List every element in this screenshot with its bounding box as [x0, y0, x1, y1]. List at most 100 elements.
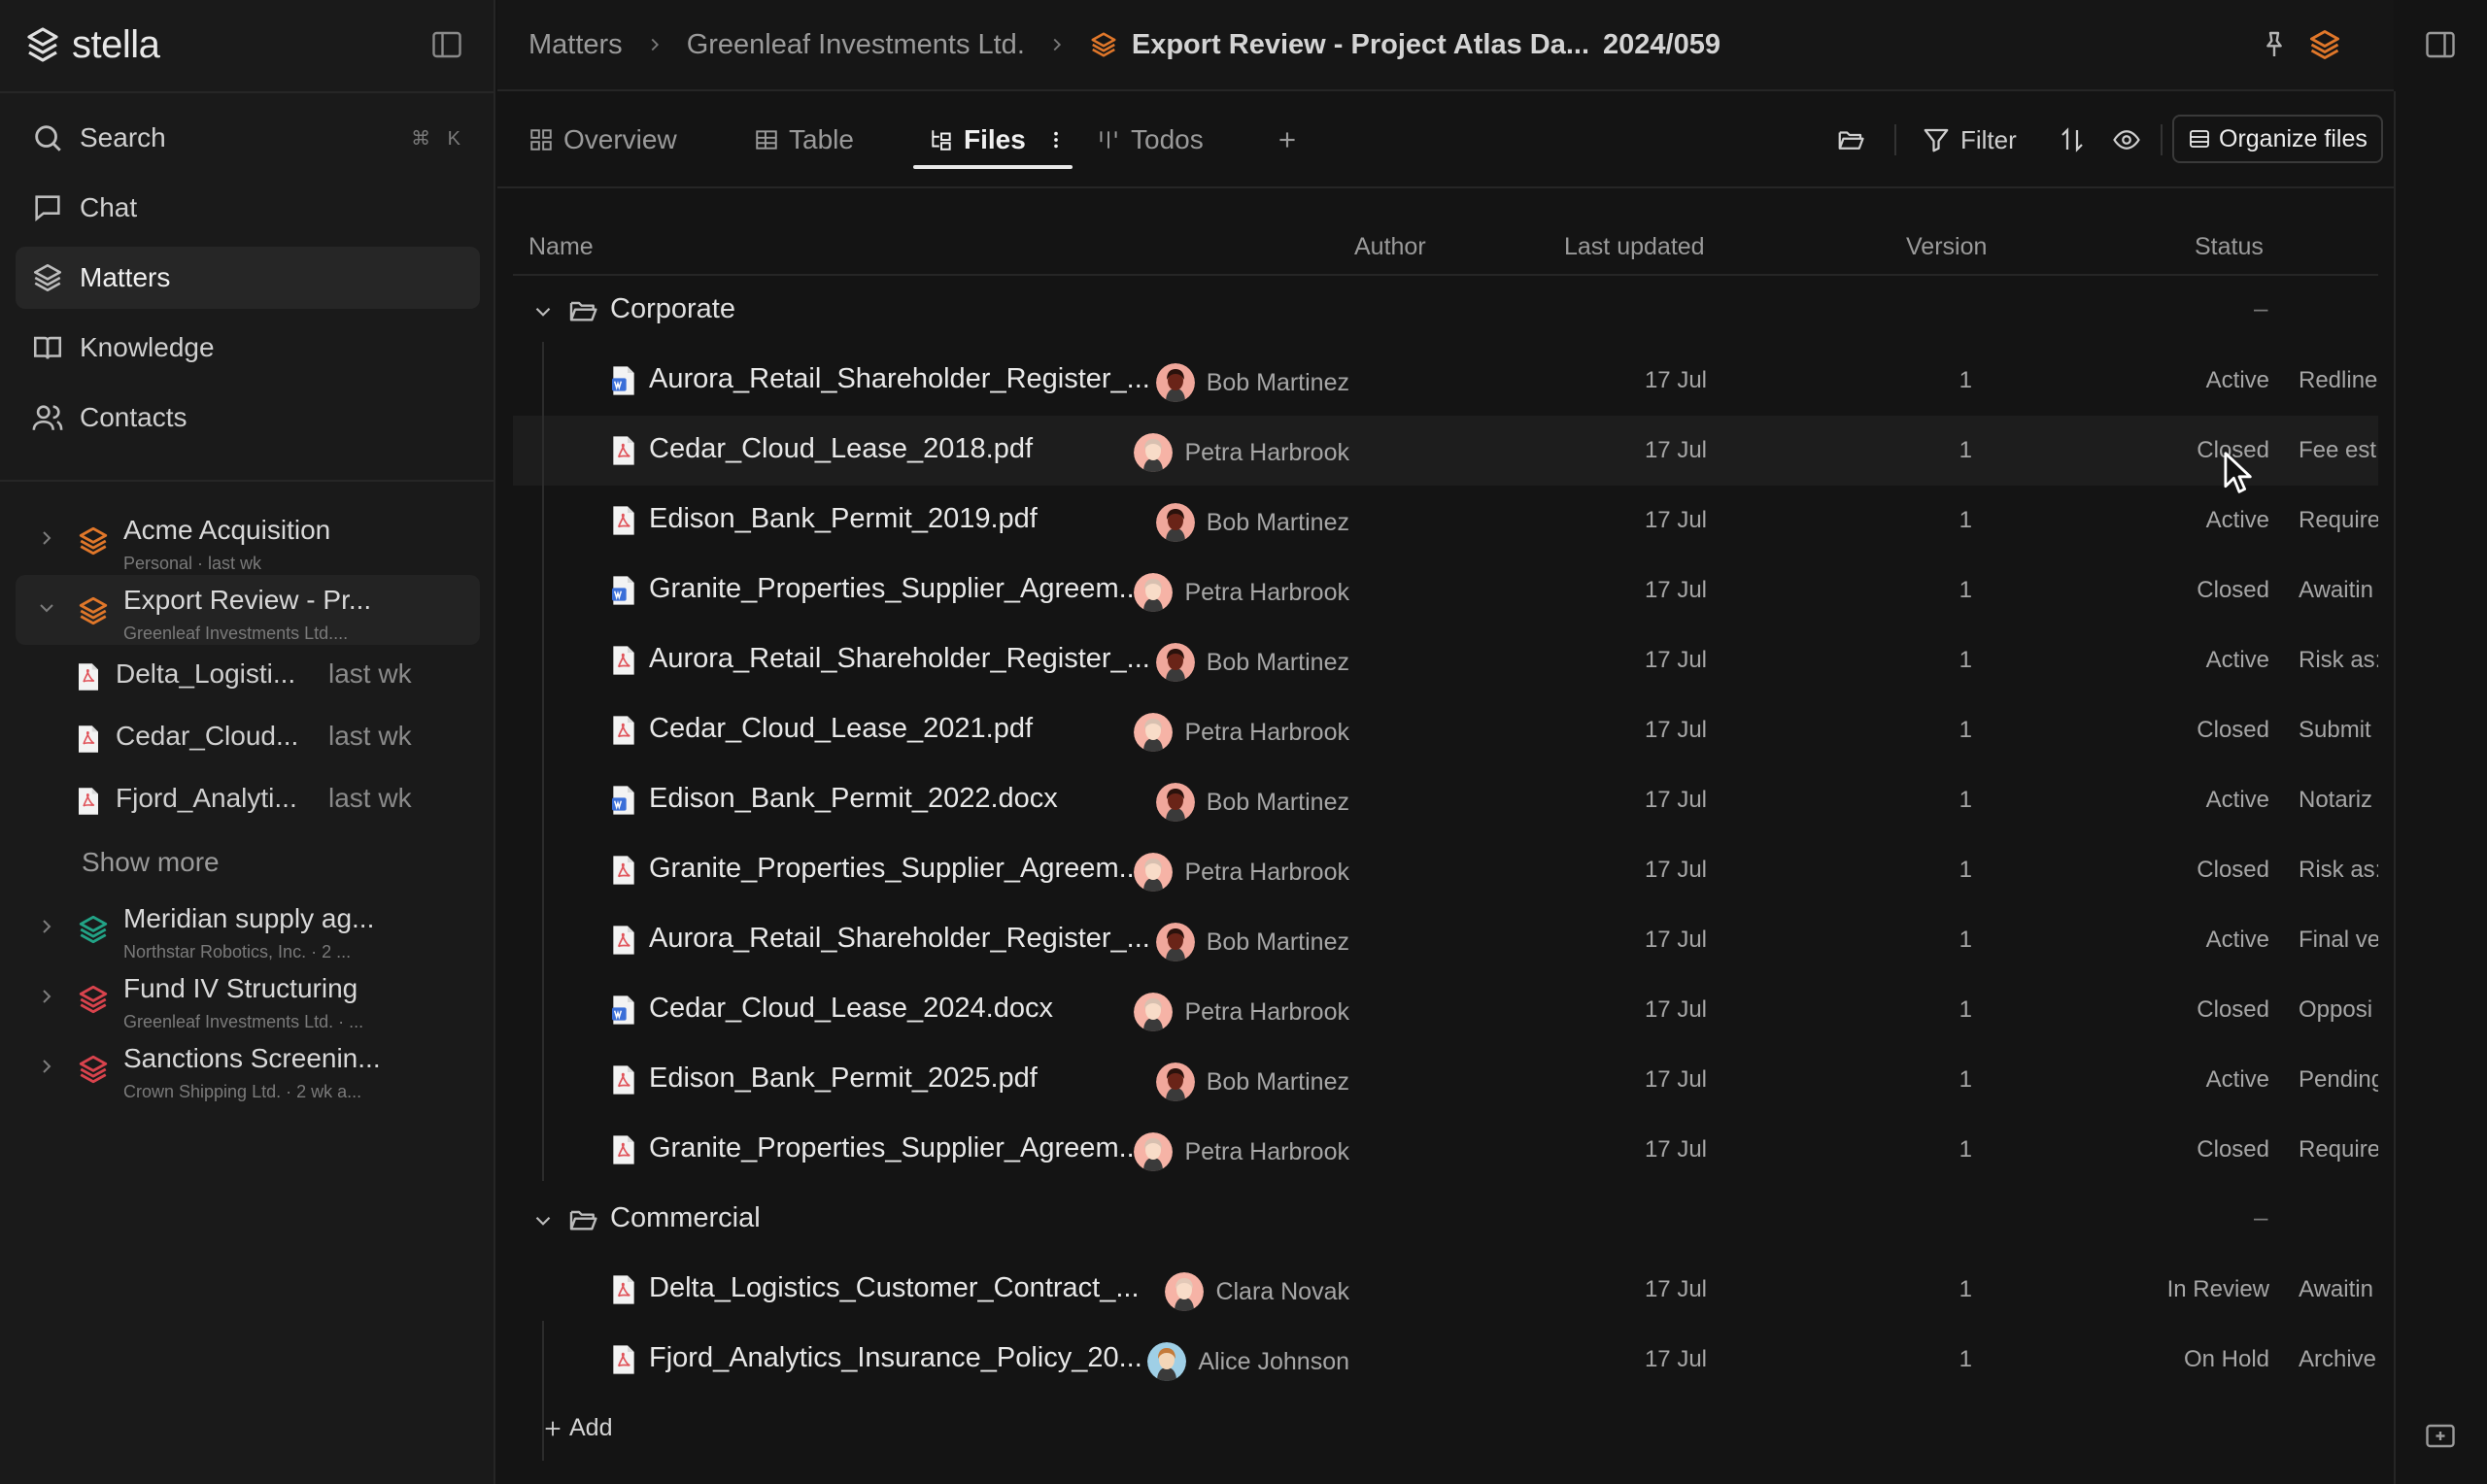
filter-button[interactable]: Filter — [1922, 120, 2017, 159]
file-status[interactable]: Active — [2206, 927, 2269, 954]
chevron-down-icon[interactable] — [530, 1208, 556, 1233]
recent-file[interactable]: Cedar_Cloud... last wk — [16, 707, 480, 769]
file-status[interactable]: Active — [2206, 507, 2269, 534]
file-status[interactable]: On Hold — [2184, 1346, 2269, 1373]
file-name[interactable]: Aurora_Retail_Shareholder_Register_... — [649, 923, 1150, 955]
chevron-right-icon[interactable] — [35, 985, 58, 1008]
show-more-link[interactable]: Show more — [16, 831, 480, 894]
file-status[interactable]: Active — [2206, 367, 2269, 394]
file-name[interactable]: Aurora_Retail_Shareholder_Register_... — [649, 363, 1150, 395]
file-status[interactable]: Closed — [2197, 1136, 2269, 1164]
table-row[interactable]: Edison_Bank_Permit_2022.docx Bob Martinez… — [513, 765, 2378, 835]
nav-matters[interactable]: Matters — [16, 247, 480, 309]
file-last-updated: 17 Jul — [1644, 787, 1707, 813]
matter-stack-icon — [79, 915, 108, 944]
file-name[interactable]: Aurora_Retail_Shareholder_Register_... — [649, 643, 1150, 675]
table-row[interactable]: Granite_Properties_Supplier_Agreem... Pet… — [513, 1115, 2378, 1185]
nav-chat[interactable]: Chat — [16, 177, 480, 239]
pin-icon[interactable] — [2259, 29, 2290, 60]
table-row[interactable]: Edison_Bank_Permit_2025.pdf Bob Martinez 1… — [513, 1045, 2378, 1115]
file-last-updated: 17 Jul — [1644, 1066, 1707, 1093]
sort-button[interactable] — [2058, 120, 2087, 159]
file-status[interactable]: Active — [2206, 1066, 2269, 1094]
table-row[interactable]: Granite_Properties_Supplier_Agreem... Pet… — [513, 835, 2378, 905]
column-header-last-updated[interactable]: Last updated — [1564, 233, 1705, 261]
file-name[interactable]: Granite_Properties_Supplier_Agreem... — [649, 1132, 1142, 1164]
file-name[interactable]: Granite_Properties_Supplier_Agreem... — [649, 573, 1142, 605]
breadcrumb-matters[interactable]: Matters — [528, 29, 623, 61]
add-comment-icon[interactable] — [2423, 1420, 2458, 1455]
tab-files[interactable]: Files — [929, 117, 1067, 163]
avatar — [1134, 433, 1174, 472]
word-file-icon — [612, 995, 634, 1025]
file-name[interactable]: Edison_Bank_Permit_2025.pdf — [649, 1062, 1038, 1095]
file-name[interactable]: Edison_Bank_Permit_2022.docx — [649, 783, 1058, 815]
table-row[interactable]: Aurora_Retail_Shareholder_Register_... Bo… — [513, 625, 2378, 695]
file-status[interactable]: Closed — [2197, 577, 2269, 604]
visibility-button[interactable] — [2112, 120, 2141, 159]
table-row[interactable]: Fjord_Analytics_Insurance_Policy_20... Al… — [513, 1325, 2378, 1395]
file-status[interactable]: Closed — [2197, 857, 2269, 884]
table-row[interactable]: Edison_Bank_Permit_2019.pdf Bob Martinez 1… — [513, 486, 2378, 556]
pdf-file-icon — [613, 716, 634, 745]
column-header-status[interactable]: Status — [2195, 233, 2264, 261]
table-row[interactable]: Cedar_Cloud_Lease_2018.pdf Petra Harbrook… — [513, 416, 2378, 486]
recent-file[interactable]: Fjord_Analyti... last wk — [16, 769, 480, 831]
sidebar-matter-acme[interactable]: Acme Acquisition Personal · last wk — [16, 505, 480, 575]
nav-search[interactable]: Search ⌘ K — [16, 107, 480, 169]
file-name[interactable]: Edison_Bank_Permit_2019.pdf — [649, 503, 1038, 535]
matter-stack-icon[interactable] — [2307, 27, 2342, 62]
add-tab-button[interactable] — [1275, 117, 1300, 163]
file-name[interactable]: Cedar_Cloud_Lease_2018.pdf — [649, 433, 1033, 465]
folder-row[interactable]: Corporate – — [513, 276, 2378, 346]
nav-knowledge[interactable]: Knowledge — [16, 317, 480, 379]
table-row[interactable]: Cedar_Cloud_Lease_2024.docx Petra Harbroo… — [513, 975, 2378, 1045]
file-version: 1 — [1959, 507, 1972, 533]
chevron-down-icon[interactable] — [530, 299, 556, 324]
table-row[interactable]: Aurora_Retail_Shareholder_Register_... Bo… — [513, 905, 2378, 975]
table-row[interactable]: Aurora_Retail_Shareholder_Register_... Bo… — [513, 346, 2378, 416]
chevron-right-icon[interactable] — [35, 526, 58, 550]
column-header-author[interactable]: Author — [1354, 233, 1426, 261]
file-name[interactable]: Cedar_Cloud_Lease_2024.docx — [649, 993, 1053, 1025]
table-row[interactable]: Cedar_Cloud_Lease_2021.pdf Petra Harbrook… — [513, 695, 2378, 765]
nav-contacts[interactable]: Contacts — [16, 387, 480, 449]
file-name[interactable]: Cedar_Cloud_Lease_2021.pdf — [649, 713, 1033, 745]
tab-table[interactable]: Table — [754, 117, 854, 163]
breadcrumb-client[interactable]: Greenleaf Investments Ltd. — [687, 29, 1025, 61]
table-row[interactable]: Delta_Logistics_Customer_Contract_... Cla… — [513, 1255, 2378, 1325]
open-folder-button[interactable] — [1836, 120, 1865, 159]
file-status[interactable]: Active — [2206, 647, 2269, 674]
toggle-right-panel-icon[interactable] — [2423, 27, 2458, 62]
pdf-file-icon — [79, 663, 98, 691]
file-status[interactable]: Closed — [2197, 996, 2269, 1024]
add-file-button[interactable]: Add — [513, 1395, 2378, 1465]
tab-todos[interactable]: Todos — [1096, 117, 1204, 163]
file-name[interactable]: Fjord_Analytics_Insurance_Policy_20... — [649, 1342, 1142, 1374]
file-status[interactable]: In Review — [2167, 1276, 2269, 1303]
chevron-right-icon[interactable] — [35, 1055, 58, 1078]
tab-overview-label: Overview — [563, 124, 677, 154]
filter-icon — [1924, 128, 1949, 152]
table-row[interactable]: Granite_Properties_Supplier_Agreem... Pet… — [513, 556, 2378, 625]
tab-overview[interactable]: Overview — [528, 117, 677, 163]
recent-file[interactable]: Delta_Logisti... last wk — [16, 645, 480, 707]
file-status[interactable]: Active — [2206, 787, 2269, 814]
chevron-right-icon[interactable] — [35, 915, 58, 938]
file-name[interactable]: Delta_Logistics_Customer_Contract_... — [649, 1272, 1140, 1304]
sidebar-matter-sanctions[interactable]: Sanctions Screenin... Crown Shipping Ltd… — [16, 1033, 480, 1103]
column-header-name[interactable]: Name — [528, 233, 594, 261]
file-status[interactable]: Closed — [2197, 717, 2269, 744]
sidebar-matter-meridian[interactable]: Meridian supply ag... Northstar Robotics… — [16, 894, 480, 963]
sidebar-matter-export-review[interactable]: Export Review - Pr... Greenleaf Investme… — [16, 575, 480, 645]
collapse-sidebar-icon[interactable] — [429, 27, 464, 62]
folder-row[interactable]: Commercial – — [513, 1185, 2378, 1255]
more-vertical-icon[interactable] — [1045, 129, 1067, 151]
breadcrumb-current-matter[interactable]: Export Review - Project Atlas Da... 2024… — [1089, 29, 1720, 61]
sidebar-matter-fund-iv[interactable]: Fund IV Structuring Greenleaf Investment… — [16, 963, 480, 1033]
column-header-version[interactable]: Version — [1906, 233, 1987, 261]
organize-files-button[interactable]: Organize files — [2172, 115, 2383, 163]
file-name[interactable]: Granite_Properties_Supplier_Agreem... — [649, 853, 1142, 885]
chevron-down-icon[interactable] — [35, 596, 58, 620]
brand[interactable]: stella — [23, 17, 160, 72]
